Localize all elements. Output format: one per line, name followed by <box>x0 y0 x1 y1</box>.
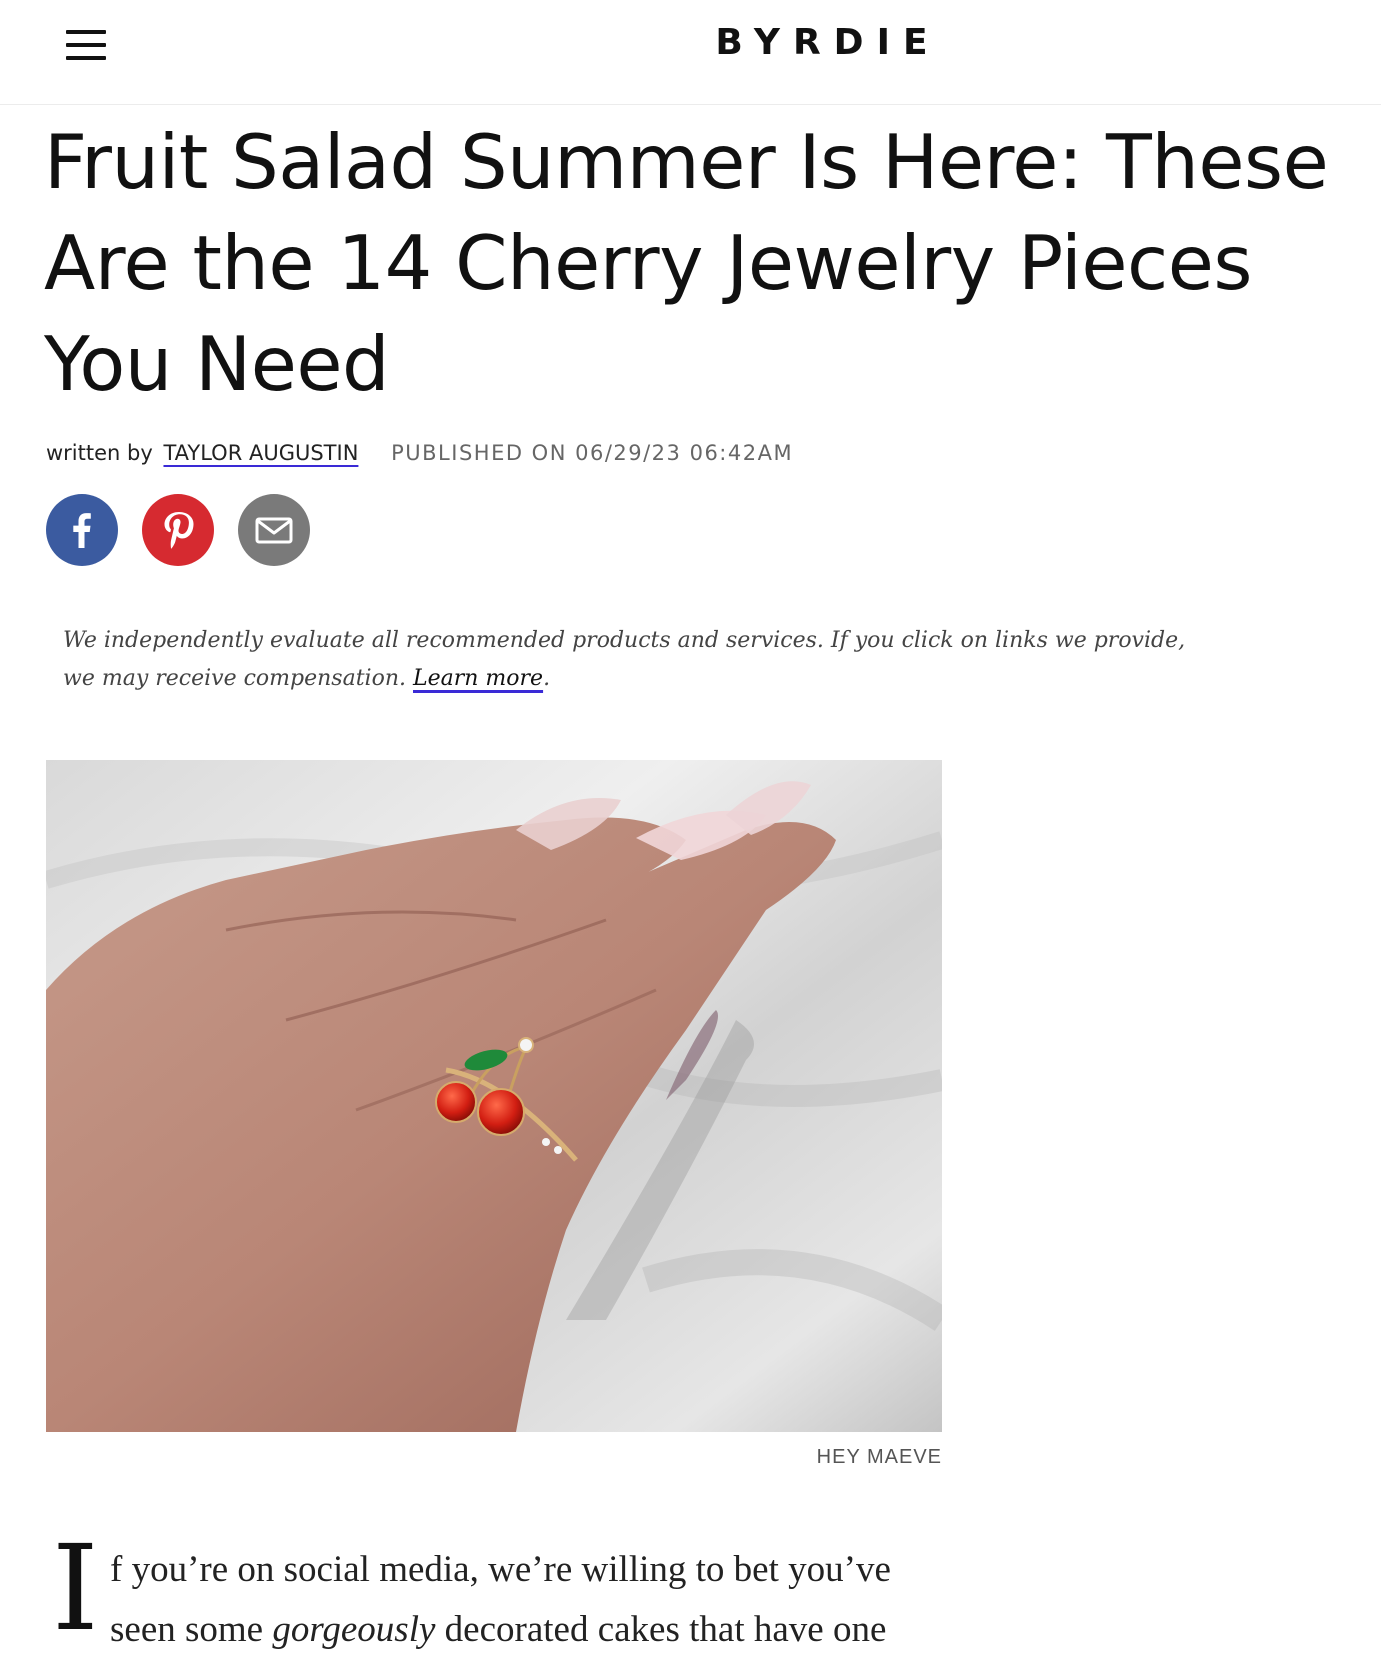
disclaimer-text: We independently evaluate all recommende… <box>63 628 1186 691</box>
facebook-icon <box>73 513 91 548</box>
author-link[interactable]: TAYLOR AUGUSTIN <box>163 441 358 465</box>
site-header: BYRDIE <box>0 0 1381 105</box>
publish-date: PUBLISHED ON 06/29/23 06:42AM <box>391 441 794 465</box>
cherry-ring-photo <box>46 760 942 1432</box>
facebook-share-button[interactable] <box>46 494 118 566</box>
disclaimer-period: . <box>543 666 551 691</box>
body-text-rest: decorated cakes that have one <box>435 1609 887 1650</box>
image-credit: HEY MAEVE <box>816 1446 942 1468</box>
pinterest-share-button[interactable] <box>142 494 214 566</box>
affiliate-disclaimer: We independently evaluate all recommende… <box>63 622 1223 698</box>
article-title: Fruit Salad Summer Is Here: These Are th… <box>44 118 1329 408</box>
email-icon <box>255 517 293 544</box>
byline-prefix: written by <box>46 441 153 465</box>
hero-image <box>46 760 942 1432</box>
article-body-paragraph: f you’re on social media, we’re willing … <box>110 1540 940 1660</box>
drop-cap: I <box>52 1519 99 1657</box>
email-share-button[interactable] <box>238 494 310 566</box>
learn-more-link[interactable]: Learn more <box>413 666 543 691</box>
body-text-emphasis: gorgeously <box>272 1609 436 1650</box>
pinterest-icon <box>164 512 194 549</box>
byline: written by TAYLOR AUGUSTIN PUBLISHED ON … <box>46 441 793 465</box>
site-logo[interactable]: BYRDIE <box>0 22 1381 63</box>
